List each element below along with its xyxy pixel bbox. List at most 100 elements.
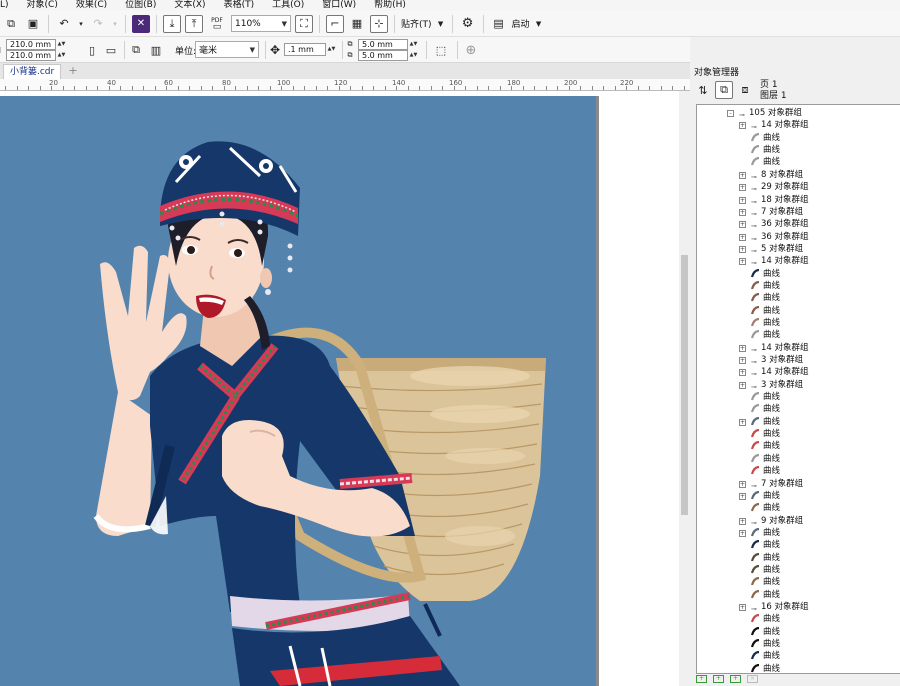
duplicate-y-spinner-icon[interactable]: ▲▼ [409, 50, 418, 61]
menu-tools[interactable]: 工具(O) [272, 0, 304, 11]
undo-dropdown-icon[interactable]: ▾ [77, 15, 85, 33]
launch-button[interactable]: 启动 [512, 17, 530, 30]
expand-icon[interactable]: + [739, 369, 746, 377]
show-rulers-icon[interactable]: ⌐ [326, 14, 344, 33]
tree-row-group[interactable]: + ⊸ 3 对象群组 [697, 354, 900, 366]
tree-row-curve[interactable]: 曲线 [697, 465, 900, 477]
tree-row-curve[interactable]: + 曲线 [697, 527, 900, 539]
page-label[interactable]: 页 1 [760, 80, 787, 91]
expand-icon[interactable]: + [739, 604, 746, 611]
edit-across-layers-icon[interactable]: ⧉ [715, 81, 733, 99]
redo-icon[interactable]: ↷ [89, 15, 107, 33]
tree-row-group[interactable]: + ⊸ 16 对象群组 [697, 601, 900, 613]
tree-row-curve[interactable]: 曲线 [697, 564, 900, 576]
tree-row-curve[interactable]: 曲线 [697, 552, 900, 564]
expand-icon[interactable]: + [739, 517, 746, 525]
menu-table[interactable]: 表格(T) [224, 0, 255, 11]
tree-row-curve[interactable]: + 曲线 [697, 490, 900, 502]
expand-icon[interactable]: + [739, 529, 746, 537]
undo-icon[interactable]: ↶ [55, 15, 73, 33]
page-width-spinner-icon[interactable]: ▲▼ [57, 39, 66, 50]
expand-icon[interactable]: + [739, 233, 746, 241]
menu-window[interactable]: 窗口(W) [322, 0, 356, 11]
object-tree[interactable]: - ⊸ 105 对象群组 + ⊸ 14 对象群组 曲线 曲线 曲线 + ⊸ 8 对象群组 + ⊸ 29 对象… [696, 104, 900, 674]
expand-icon[interactable]: + [739, 344, 746, 352]
tree-row-group[interactable]: + ⊸ 14 对象群组 [697, 342, 900, 354]
portrait-icon[interactable]: ▯ [83, 41, 101, 59]
new-master-layer-icon[interactable]: + [713, 675, 724, 683]
launch-app-icon[interactable]: ▤ [490, 15, 508, 33]
show-properties-icon[interactable]: ⇅ [694, 81, 712, 99]
tree-row-curve[interactable]: 曲线 [697, 305, 900, 317]
zoom-level-combo[interactable]: 110% ▼ [231, 15, 291, 32]
page-frame-icon[interactable]: ⬚ [432, 41, 450, 59]
duplicate-x-input[interactable]: 5.0 mm [358, 39, 408, 50]
tree-row-group[interactable]: - ⊸ 105 对象群组 [697, 107, 900, 119]
expand-icon[interactable]: + [739, 381, 746, 389]
nudge-spinner-icon[interactable]: ▲▼ [327, 44, 336, 55]
expand-icon[interactable]: + [739, 258, 746, 266]
options-gear-icon[interactable]: ⚙ [459, 15, 477, 33]
menu-text[interactable]: 文本(X) [174, 0, 205, 11]
page-height-spinner-icon[interactable]: ▲▼ [57, 50, 66, 61]
nudge-distance-input[interactable]: .1 mm [284, 43, 326, 56]
tree-row-curve[interactable]: 曲线 [697, 502, 900, 514]
tree-row-curve[interactable]: 曲线 [697, 663, 900, 673]
tree-row-curve[interactable]: 曲线 [697, 268, 900, 280]
tree-row-curve[interactable]: 曲线 [697, 638, 900, 650]
import-icon[interactable]: ⤓ [163, 14, 181, 33]
expand-icon[interactable]: + [739, 418, 746, 426]
copy-icon[interactable]: ⧉ [2, 15, 20, 33]
tree-row-group[interactable]: + ⊸ 14 对象群组 [697, 255, 900, 267]
tree-row-group[interactable]: + ⊸ 36 对象群组 [697, 218, 900, 230]
tree-row-group[interactable]: + ⊸ 9 对象群组 [697, 515, 900, 527]
tree-row-curve[interactable]: 曲线 [697, 539, 900, 551]
duplicate-y-input[interactable]: 5.0 mm [358, 50, 408, 61]
tree-row-group[interactable]: + ⊸ 5 对象群组 [697, 243, 900, 255]
current-page-icon[interactable]: ▥ [147, 41, 165, 59]
expand-icon[interactable]: + [739, 492, 746, 500]
units-select[interactable]: 毫米 ▼ [195, 41, 259, 58]
collapse-icon[interactable]: - [727, 110, 734, 117]
menu-effects[interactable]: 效果(C) [76, 0, 107, 11]
redo-dropdown-icon[interactable]: ▾ [111, 15, 119, 33]
tree-row-curve[interactable]: 曲线 [697, 626, 900, 638]
tree-row-curve[interactable]: 曲线 [697, 403, 900, 415]
tree-row-group[interactable]: + ⊸ 14 对象群组 [697, 119, 900, 131]
publish-pdf-button[interactable]: PDF ▭ [207, 15, 227, 33]
tree-row-group[interactable]: + ⊸ 14 对象群组 [697, 366, 900, 378]
tree-row-curve[interactable]: 曲线 [697, 329, 900, 341]
tree-row-curve[interactable]: 曲线 [697, 132, 900, 144]
duplicate-x-spinner-icon[interactable]: ▲▼ [409, 39, 418, 50]
expand-icon[interactable]: + [739, 122, 746, 130]
launch-chevron-down-icon[interactable]: ▼ [534, 15, 544, 33]
expand-icon[interactable]: + [739, 171, 746, 179]
horizontal-ruler[interactable]: 20 40 60 80 100 120 140 160 180 200 220 [0, 79, 690, 91]
expand-icon[interactable]: + [739, 357, 746, 364]
new-master-layer-all-icon[interactable]: + [730, 675, 741, 683]
tree-row-group[interactable]: + ⊸ 29 对象群组 [697, 181, 900, 193]
show-guidelines-icon[interactable]: ⊹ [370, 14, 388, 33]
expand-icon[interactable]: + [739, 245, 746, 253]
layer-label[interactable]: 图层 1 [760, 91, 787, 102]
expand-icon[interactable]: + [739, 184, 746, 192]
expand-icon[interactable]: + [739, 196, 746, 204]
tree-row-curve[interactable]: 曲线 [697, 280, 900, 292]
tree-row-group[interactable]: + ⊸ 18 对象群组 [697, 194, 900, 206]
tree-row-curve[interactable]: 曲线 [697, 576, 900, 588]
menu-object[interactable]: 对象(C) [27, 0, 58, 11]
menu-help[interactable]: 帮助(H) [374, 0, 406, 11]
all-pages-icon[interactable]: ⧉ [127, 41, 145, 59]
tree-row-curve[interactable]: 曲线 [697, 292, 900, 304]
export-icon[interactable]: ⤒ [185, 14, 203, 33]
tree-row-group[interactable]: + ⊸ 8 对象群组 [697, 169, 900, 181]
tree-row-curve[interactable]: 曲线 [697, 650, 900, 662]
menu-layout[interactable]: L) [0, 0, 9, 11]
tree-row-curve[interactable]: 曲线 [697, 453, 900, 465]
snap-to-button[interactable]: 贴齐(T) [401, 17, 432, 30]
document-tab[interactable]: 小背篓.cdr [3, 64, 62, 79]
paste-icon[interactable]: ▣ [24, 15, 42, 33]
page-width-input[interactable]: 210.0 mm [6, 39, 56, 50]
tree-row-curve[interactable]: 曲线 [697, 144, 900, 156]
tree-row-curve[interactable]: 曲线 [697, 589, 900, 601]
